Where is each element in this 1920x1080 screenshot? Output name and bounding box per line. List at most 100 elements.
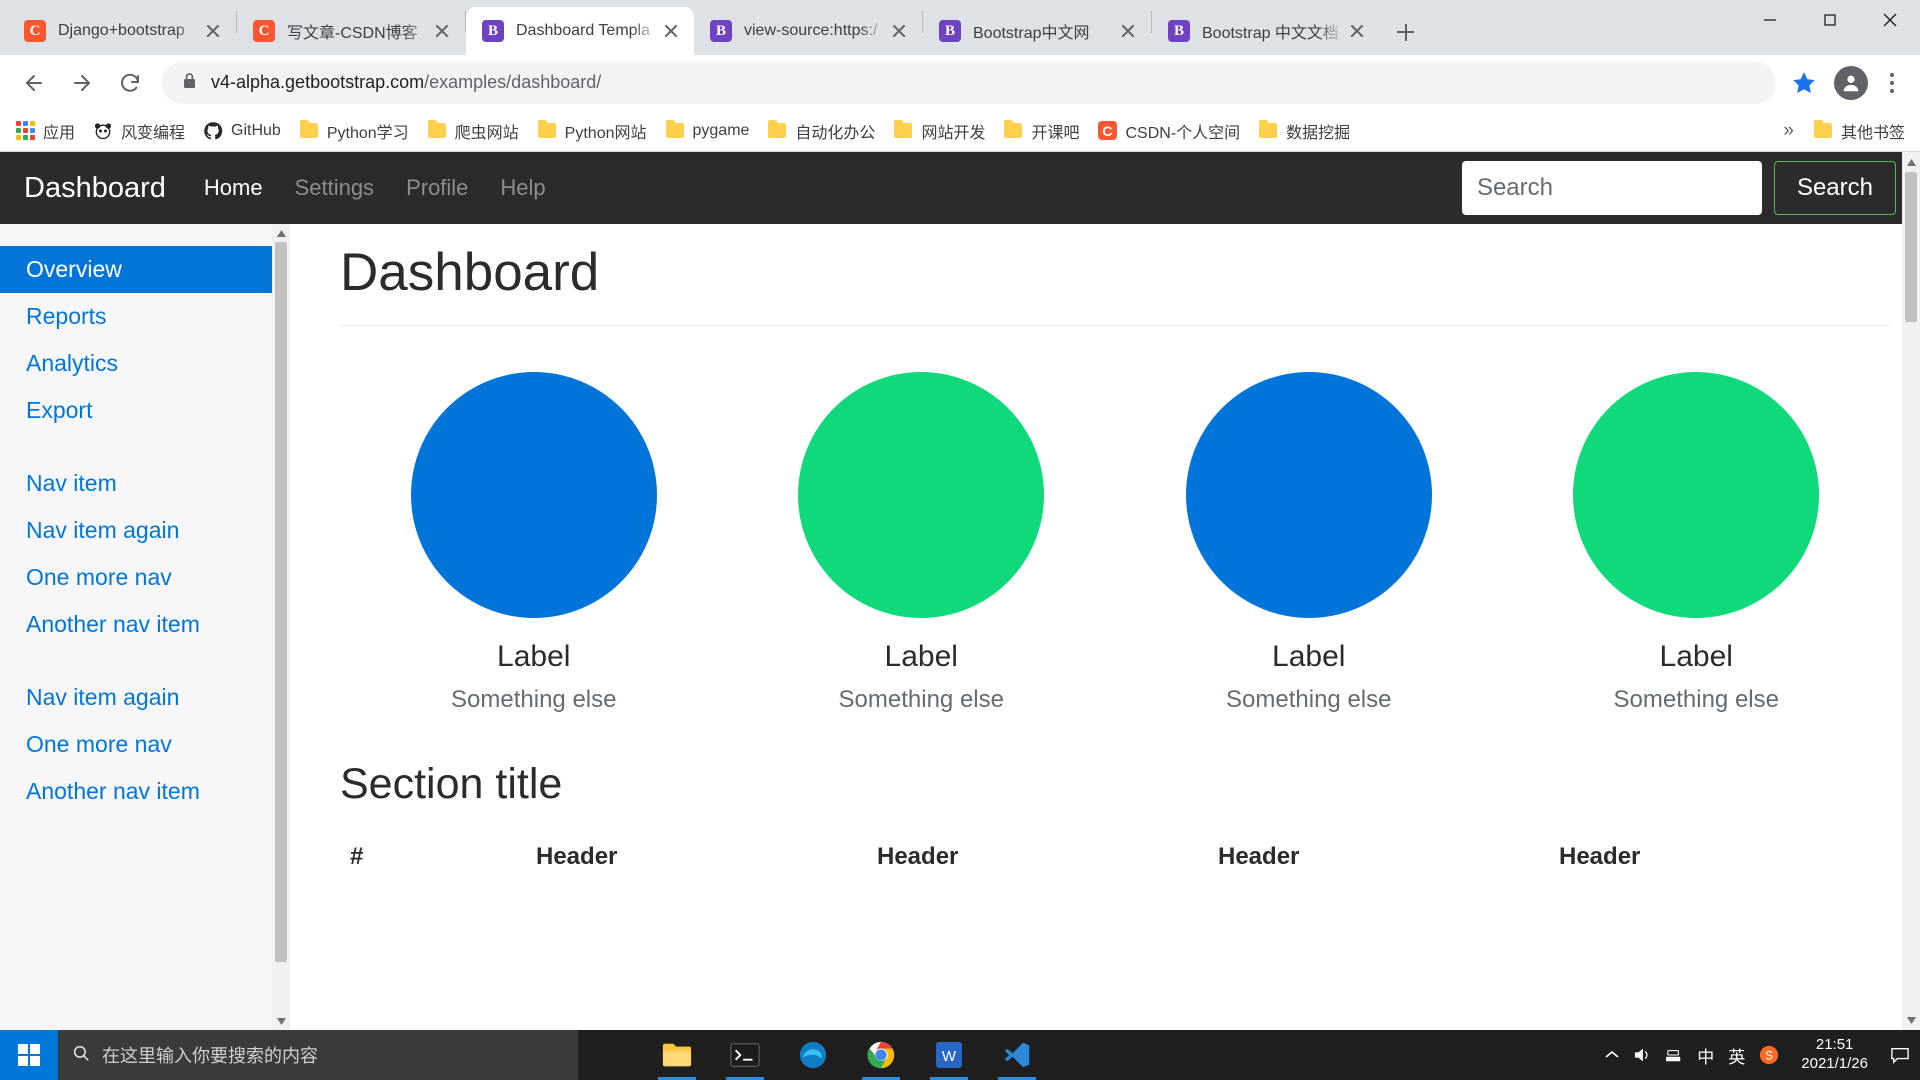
bookmarks-overflow-button[interactable]: » — [1773, 120, 1804, 142]
terminal-icon[interactable] — [716, 1030, 774, 1080]
page-scrollbar-thumb[interactable] — [1905, 172, 1917, 322]
browser-tab-active[interactable]: B Dashboard Templa — [466, 7, 694, 55]
navbar-brand[interactable]: Dashboard — [24, 172, 166, 205]
bookmark-label: 风变编程 — [121, 124, 186, 142]
search-button[interactable]: Search — [1773, 161, 1896, 215]
sidebar-item-another-nav-item[interactable]: Another nav item — [0, 601, 290, 648]
close-icon[interactable] — [658, 18, 684, 44]
scroll-up-arrow-icon[interactable] — [272, 224, 290, 242]
browser-tab[interactable]: B Bootstrap 中文文档 — [1152, 7, 1380, 55]
ime-language-indicator[interactable]: 英 — [1728, 1043, 1745, 1068]
file-explorer-icon[interactable] — [648, 1030, 706, 1080]
sidebar-item-one-more-nav[interactable]: One more nav — [0, 554, 290, 601]
placeholder-subtext: Something else — [451, 686, 617, 713]
sogou-icon[interactable]: S — [1759, 1045, 1779, 1065]
page-scroll-down-arrow-icon[interactable] — [1902, 1010, 1920, 1030]
reload-icon[interactable] — [109, 62, 151, 104]
clock-date: 2021/1/26 — [1801, 1055, 1868, 1072]
sidebar-item-reports[interactable]: Reports — [0, 293, 290, 340]
panda-icon — [93, 121, 113, 141]
browser-tab[interactable]: B view-source:https:/ — [694, 7, 922, 55]
section-title: Section title — [340, 760, 563, 808]
browser-tab[interactable]: B Bootstrap中文网 — [923, 7, 1151, 55]
close-icon[interactable] — [1860, 0, 1920, 40]
toolbar: v4-alpha.getbootstrap.com/examples/dashb… — [0, 55, 1920, 110]
bookmark-apps[interactable]: 应用 — [6, 115, 84, 147]
forward-arrow-icon[interactable] — [61, 62, 103, 104]
search-input[interactable] — [1461, 161, 1762, 215]
sidebar-item-another-nav-item-2[interactable]: Another nav item — [0, 768, 290, 815]
placeholder-label: Label — [1272, 640, 1346, 673]
close-icon[interactable] — [1115, 18, 1141, 44]
bookmark-item[interactable]: 爬虫网站 — [418, 115, 528, 147]
notification-icon[interactable] — [1890, 1046, 1910, 1064]
bookmark-item[interactable]: 网站开发 — [884, 115, 994, 147]
sidebar-item-nav-item-again-2[interactable]: Nav item again — [0, 674, 290, 721]
bookmark-item[interactable]: 开课吧 — [994, 115, 1088, 147]
bookmarks-bar: 应用 风变编程 GitHub Python学习 爬虫网站 Python网站 py… — [0, 110, 1920, 152]
bookmark-item[interactable]: 数据挖掘 — [1249, 115, 1359, 147]
bookmark-item[interactable]: 风变编程 — [84, 115, 194, 147]
profile-avatar-icon[interactable] — [1834, 65, 1868, 100]
nav-link-home[interactable]: Home — [188, 175, 279, 201]
bookmark-item[interactable]: C CSDN-个人空间 — [1088, 115, 1249, 147]
windows-start-icon[interactable] — [0, 1030, 58, 1080]
tab-title: Bootstrap中文网 — [973, 25, 1090, 42]
scrollbar-thumb[interactable] — [275, 242, 287, 962]
tab-title: view-source:https:/ — [744, 22, 878, 39]
sidebar-item-export[interactable]: Export — [0, 387, 290, 434]
csdn-icon: C — [24, 20, 46, 42]
sidebar-item-nav-item-again[interactable]: Nav item again — [0, 507, 290, 554]
folder-icon — [1258, 120, 1278, 141]
address-bar[interactable]: v4-alpha.getbootstrap.com/examples/dashb… — [162, 61, 1776, 104]
chrome-icon[interactable] — [852, 1030, 910, 1080]
back-arrow-icon[interactable] — [13, 62, 55, 104]
nav-link-profile[interactable]: Profile — [390, 175, 484, 201]
bookmark-label: pygame — [692, 121, 750, 139]
network-icon[interactable] — [1665, 1047, 1683, 1063]
edge-icon[interactable] — [784, 1030, 842, 1080]
bookmark-item[interactable]: Python学习 — [290, 115, 418, 147]
bookmark-item[interactable]: GitHub — [194, 115, 290, 147]
page-scrollbar[interactable] — [1902, 152, 1920, 1030]
tab-title: Django+bootstrap — [58, 22, 185, 39]
ime-mode-indicator[interactable]: 中 — [1697, 1043, 1714, 1068]
volume-icon[interactable] — [1633, 1047, 1651, 1063]
nav-link-settings[interactable]: Settings — [279, 175, 391, 201]
nav-link-help[interactable]: Help — [484, 175, 561, 201]
table-header-cell: Header — [1559, 843, 1641, 870]
show-hidden-icons-icon[interactable] — [1605, 1050, 1619, 1060]
close-icon[interactable] — [200, 18, 226, 44]
maximize-icon[interactable] — [1800, 0, 1860, 40]
minimize-icon[interactable] — [1740, 0, 1800, 40]
sidebar-item-analytics[interactable]: Analytics — [0, 340, 290, 387]
other-bookmarks-folder[interactable]: 其他书签 — [1804, 115, 1914, 147]
taskbar-clock[interactable]: 21:51 2021/1/26 — [1793, 1036, 1876, 1074]
bookmark-item[interactable]: 自动化办公 — [758, 115, 884, 147]
browser-tab[interactable]: C 写文章-CSDN博客 — [237, 7, 465, 55]
sidebar-scrollbar[interactable] — [272, 224, 290, 1030]
placeholder-circle — [798, 372, 1045, 618]
table-header-cell: Header — [1218, 843, 1300, 870]
close-icon[interactable] — [1344, 18, 1370, 44]
taskbar-search-box[interactable]: 在这里输入你要搜索的内容 — [58, 1030, 578, 1080]
close-icon[interactable] — [886, 18, 912, 44]
sidebar-item-one-more-nav-2[interactable]: One more nav — [0, 721, 290, 768]
three-dots-menu-icon[interactable] — [1874, 63, 1910, 103]
close-icon[interactable] — [429, 18, 455, 44]
new-tab-button[interactable] — [1388, 15, 1422, 49]
vscode-icon[interactable] — [988, 1030, 1046, 1080]
search-icon — [72, 1044, 90, 1067]
bookmark-item[interactable]: Python网站 — [528, 115, 656, 147]
sidebar-item-nav-item[interactable]: Nav item — [0, 460, 290, 507]
wps-writer-icon[interactable]: W — [920, 1030, 978, 1080]
folder-icon — [893, 120, 913, 141]
placeholder-circle — [1185, 372, 1432, 618]
placeholder-label: Label — [884, 640, 958, 673]
scroll-down-arrow-icon[interactable] — [272, 1012, 290, 1030]
bookmark-star-icon[interactable] — [1784, 63, 1824, 103]
page-scroll-up-arrow-icon[interactable] — [1902, 152, 1920, 172]
browser-tab[interactable]: C Django+bootstrap — [8, 7, 236, 55]
bookmark-item[interactable]: pygame — [656, 115, 759, 147]
sidebar-item-overview[interactable]: Overview — [0, 246, 290, 293]
